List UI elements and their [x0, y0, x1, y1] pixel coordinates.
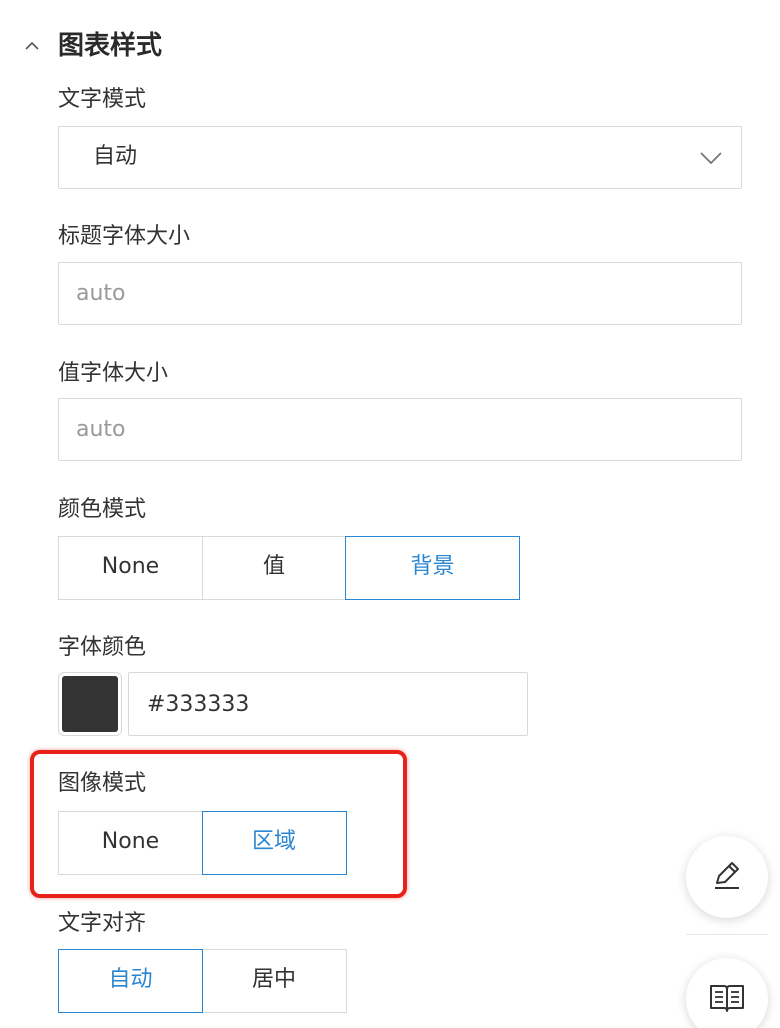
book-icon — [708, 980, 746, 1018]
font-color-input[interactable] — [128, 672, 528, 736]
graph-mode-option-area[interactable]: 区域 — [201, 811, 347, 875]
docs-button[interactable] — [686, 958, 768, 1028]
graph-mode-option-none[interactable]: None — [58, 811, 203, 875]
pencil-icon — [709, 857, 745, 897]
color-mode-radio-group: None 值 背景 — [58, 536, 520, 600]
text-align-option-center[interactable]: 居中 — [201, 949, 347, 1013]
text-align-option-auto[interactable]: 自动 — [58, 949, 203, 1013]
chevron-down-icon — [699, 147, 723, 167]
panel-options: 图表样式 文字模式 自动 标题字体大小 值字体大小 颜色模式 None 值 背景… — [0, 0, 780, 1028]
text-align-radio-group: 自动 居中 — [58, 949, 347, 1013]
font-color-swatch[interactable] — [58, 672, 122, 736]
color-mode-option-value[interactable]: 值 — [201, 536, 347, 600]
edit-button[interactable] — [686, 836, 768, 918]
chevron-up-icon[interactable] — [22, 36, 42, 56]
title-font-size-label: 标题字体大小 — [58, 224, 191, 249]
font-color-label: 字体颜色 — [58, 635, 147, 660]
section-header-chart-style[interactable]: 图表样式 — [22, 28, 162, 64]
graph-mode-radio-group: None 区域 — [58, 811, 347, 875]
fab-divider — [686, 934, 768, 935]
title-font-size-input[interactable] — [58, 262, 742, 325]
font-color-swatch-fill — [62, 676, 118, 732]
color-mode-option-background[interactable]: 背景 — [345, 536, 520, 600]
text-mode-select[interactable]: 自动 — [58, 126, 742, 189]
color-mode-option-none[interactable]: None — [58, 536, 203, 600]
text-mode-value: 自动 — [93, 144, 138, 169]
section-title: 图表样式 — [58, 31, 163, 61]
text-align-label: 文字对齐 — [58, 911, 147, 936]
graph-mode-label: 图像模式 — [58, 771, 147, 796]
text-mode-label: 文字模式 — [58, 87, 147, 112]
color-mode-label: 颜色模式 — [58, 497, 147, 522]
value-font-size-input[interactable] — [58, 398, 742, 461]
value-font-size-label: 值字体大小 — [58, 361, 169, 386]
